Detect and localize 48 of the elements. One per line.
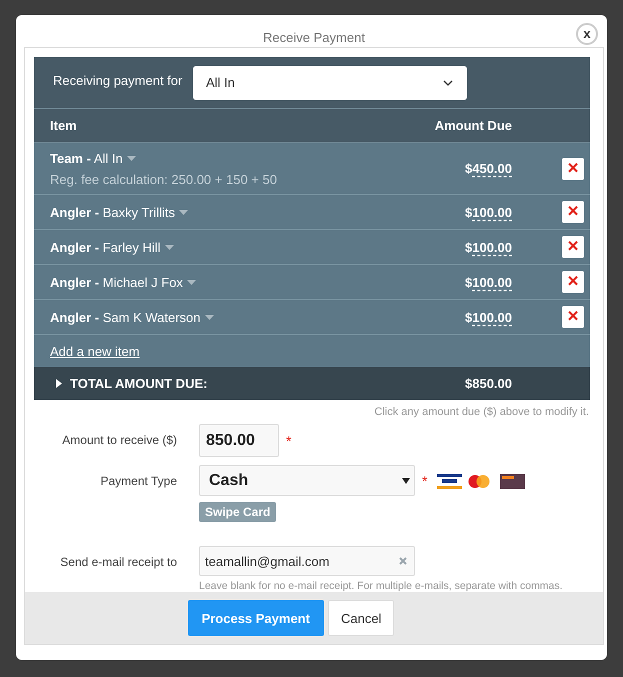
remove-button[interactable]: ×: [562, 158, 584, 180]
remove-button[interactable]: ×: [562, 271, 584, 293]
field-label: Amount to receive ($): [61, 432, 177, 449]
amount-due[interactable]: $100.00: [465, 274, 512, 290]
amount-field[interactable]: 850.00: [199, 424, 279, 457]
payer-select[interactable]: All In: [193, 66, 467, 100]
field-label: Send e-mail receipt to: [59, 554, 177, 571]
remove-button[interactable]: ×: [562, 201, 584, 223]
item-name: Angler - Michael J Fox: [50, 274, 183, 290]
field-label: Payment Type: [100, 473, 177, 490]
column-header: Item: [50, 118, 77, 133]
caret-icon[interactable]: [126, 156, 136, 161]
caret-icon[interactable]: [186, 280, 196, 285]
process-payment-button[interactable]: Process Payment: [188, 600, 324, 636]
item-name: Angler - Baxky Trillits: [50, 204, 175, 220]
total-label: TOTAL AMOUNT DUE:: [70, 376, 208, 391]
clear-icon[interactable]: [399, 557, 407, 565]
item-name: Angler - Sam K Waterson: [50, 310, 201, 324]
total-amount: $850.00: [465, 376, 512, 391]
remove-button[interactable]: ×: [562, 306, 584, 328]
close-button[interactable]: x: [576, 23, 598, 45]
swipe-card-button[interactable]: Swipe Card: [199, 502, 276, 522]
dialog-title: Receive Payment: [263, 30, 365, 45]
item-name: Angler - Farley Hill: [50, 240, 161, 254]
required-mark: *: [422, 472, 428, 488]
card-logos-icon: [437, 472, 528, 490]
payer-label: Receiving payment for: [53, 73, 184, 88]
email-field[interactable]: teamallin@gmail.com: [199, 546, 415, 576]
amount-due[interactable]: $450.00: [465, 161, 512, 176]
fee-note: Reg. fee calculation: 250.00 + 150 + 50: [50, 172, 278, 186]
chevron-down-icon: [443, 80, 453, 86]
amount-due[interactable]: $100.00: [465, 310, 512, 324]
help-text: Leave blank for no e-mail receipt. For multiple e-mails, separate with commas.: [199, 580, 563, 592]
item-name: Team - All In: [50, 150, 123, 166]
caret-icon[interactable]: [178, 210, 188, 215]
caret-icon[interactable]: [204, 315, 214, 320]
expand-arrow-icon[interactable]: [56, 379, 62, 388]
column-header: Amount Due: [434, 118, 512, 133]
payment-type-select[interactable]: Cash: [199, 465, 415, 496]
hint-text: Click any amount due ($) above to modify it.: [373, 406, 589, 418]
amount-due[interactable]: $100.00: [465, 240, 512, 254]
required-mark: *: [286, 432, 292, 448]
caret-icon[interactable]: [164, 245, 174, 250]
add-item-link[interactable]: Add a new item: [50, 344, 140, 358]
dropdown-arrow-icon: [402, 478, 410, 484]
cancel-button[interactable]: Cancel: [328, 600, 394, 636]
remove-button[interactable]: ×: [562, 236, 584, 258]
amount-due[interactable]: $100.00: [465, 204, 512, 220]
